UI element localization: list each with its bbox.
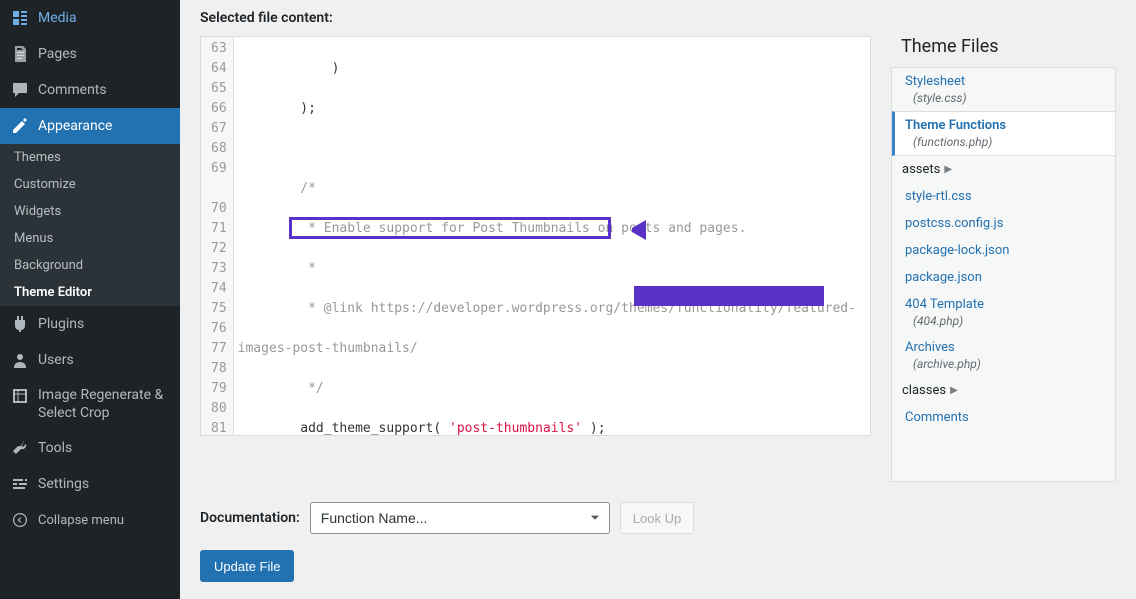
plugins-icon — [10, 314, 30, 334]
file-style-rtl[interactable]: style-rtl.css — [892, 183, 1115, 210]
users-icon — [10, 350, 30, 370]
line-gutter: 63 64 65 66 67 68 69 70 71 72 73 74 75 — [201, 37, 234, 436]
menu-tools[interactable]: Tools — [0, 430, 180, 466]
sub-theme-editor[interactable]: Theme Editor — [0, 279, 180, 306]
menu-label: Pages — [38, 46, 77, 62]
collapse-icon — [10, 510, 30, 530]
code-content[interactable]: ) ); /* * Enable support for Post Thumbn… — [234, 37, 860, 436]
documentation-row: Documentation: Function Name... Look Up — [200, 502, 1116, 534]
admin-sidebar: Media Pages Comments Appearance Themes C… — [0, 0, 180, 599]
update-file-button[interactable]: Update File — [200, 550, 294, 582]
sub-widgets[interactable]: Widgets — [0, 198, 180, 225]
appearance-submenu: Themes Customize Widgets Menus Backgroun… — [0, 144, 180, 306]
section-heading: Selected file content: — [200, 10, 1116, 26]
menu-label: Image Regenerate & Select Crop — [38, 386, 170, 422]
menu-label: Comments — [38, 82, 107, 98]
file-archives[interactable]: Archives (archive.php) — [892, 334, 1115, 377]
doc-label: Documentation: — [200, 510, 300, 526]
settings-icon — [10, 474, 30, 494]
file-package-lock[interactable]: package-lock.json — [892, 237, 1115, 264]
folder-assets[interactable]: assets▶ — [892, 156, 1115, 183]
menu-label: Tools — [38, 440, 72, 456]
appearance-icon — [10, 116, 30, 136]
menu-appearance[interactable]: Appearance — [0, 108, 180, 144]
menu-comments[interactable]: Comments — [0, 72, 180, 108]
pages-icon — [10, 44, 30, 64]
crop-icon — [10, 386, 30, 406]
menu-users[interactable]: Users — [0, 342, 180, 378]
file-404[interactable]: 404 Template (404.php) — [892, 291, 1115, 334]
menu-label: Settings — [38, 476, 89, 492]
menu-label: Users — [38, 352, 74, 368]
sub-background[interactable]: Background — [0, 252, 180, 279]
menu-settings[interactable]: Settings — [0, 466, 180, 502]
sub-themes[interactable]: Themes — [0, 144, 180, 171]
menu-label: Media — [38, 10, 77, 26]
file-package-json[interactable]: package.json — [892, 264, 1115, 291]
file-stylesheet[interactable]: Stylesheet (style.css) — [892, 68, 1115, 111]
menu-plugins[interactable]: Plugins — [0, 306, 180, 342]
tools-icon — [10, 438, 30, 458]
file-postcss[interactable]: postcss.config.js — [892, 210, 1115, 237]
menu-image-regenerate[interactable]: Image Regenerate & Select Crop — [0, 378, 180, 430]
theme-files-panel: Theme Files Stylesheet (style.css) Theme… — [891, 36, 1116, 482]
menu-label: Appearance — [38, 118, 112, 134]
main-content: Selected file content: 63 64 65 66 67 68… — [180, 0, 1136, 599]
file-theme-functions[interactable]: Theme Functions (functions.php) — [892, 111, 1115, 156]
media-icon — [10, 8, 30, 28]
code-editor[interactable]: 63 64 65 66 67 68 69 70 71 72 73 74 75 — [200, 36, 871, 436]
sub-customize[interactable]: Customize — [0, 171, 180, 198]
lookup-button[interactable]: Look Up — [620, 502, 694, 534]
menu-media[interactable]: Media — [0, 0, 180, 36]
file-comments[interactable]: Comments — [892, 404, 1115, 431]
files-heading: Theme Files — [891, 36, 1116, 57]
sub-menus[interactable]: Menus — [0, 225, 180, 252]
collapse-label: Collapse menu — [38, 513, 124, 528]
comments-icon — [10, 80, 30, 100]
collapse-menu[interactable]: Collapse menu — [0, 502, 180, 538]
files-list[interactable]: Stylesheet (style.css) Theme Functions (… — [891, 67, 1116, 482]
doc-select[interactable]: Function Name... — [310, 502, 610, 534]
folder-classes[interactable]: classes▶ — [892, 377, 1115, 404]
chevron-right-icon: ▶ — [950, 385, 958, 396]
menu-label: Plugins — [38, 316, 84, 332]
chevron-right-icon: ▶ — [944, 164, 952, 175]
menu-pages[interactable]: Pages — [0, 36, 180, 72]
